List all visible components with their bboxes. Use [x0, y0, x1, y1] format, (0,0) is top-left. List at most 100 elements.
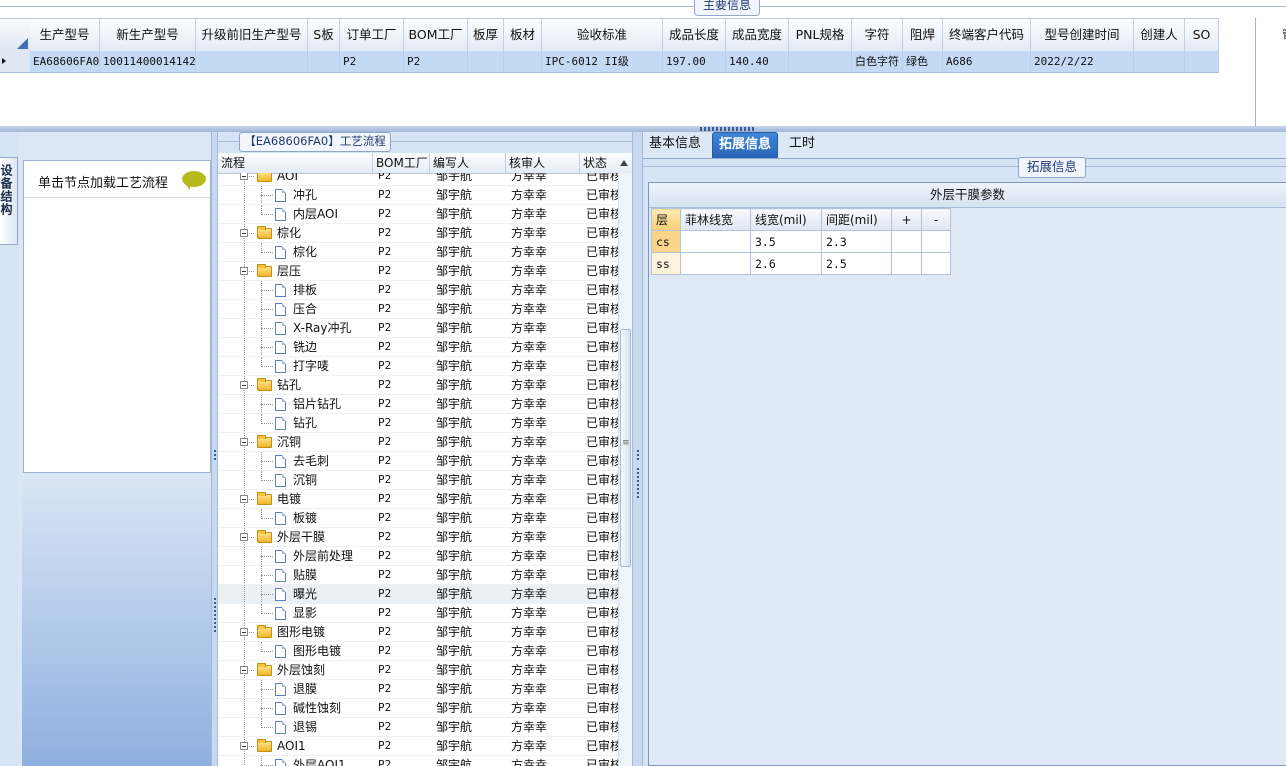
- reviewer-cell[interactable]: 方幸幸: [506, 243, 580, 261]
- process-name-cell[interactable]: 显影: [218, 604, 373, 622]
- reviewer-cell[interactable]: 方幸幸: [506, 414, 580, 432]
- remove-cell[interactable]: [921, 230, 951, 253]
- process-name-cell[interactable]: 铝片钻孔: [218, 395, 373, 413]
- reviewer-cell[interactable]: 方幸幸: [506, 547, 580, 565]
- process-name-cell[interactable]: 棕化: [218, 243, 373, 261]
- col-header-process[interactable]: 流程: [218, 153, 373, 173]
- spacing-cell[interactable]: 2.5: [821, 252, 892, 275]
- reviewer-cell[interactable]: 方幸幸: [506, 173, 580, 185]
- collapse-toggle-icon[interactable]: [240, 267, 248, 275]
- writer-cell[interactable]: 邹宇航: [430, 547, 506, 565]
- process-name-cell[interactable]: 沉铜: [218, 471, 373, 489]
- process-name-cell[interactable]: 打字唛: [218, 357, 373, 375]
- process-step-row[interactable]: 内层AOI P2 邹宇航 方幸幸 已审核: [218, 205, 618, 224]
- bom-factory-cell[interactable]: P2: [373, 319, 430, 337]
- status-cell[interactable]: 已审核: [580, 300, 618, 318]
- process-step-row[interactable]: 板镀 P2 邹宇航 方幸幸 已审核: [218, 509, 618, 528]
- process-name-cell[interactable]: 冲孔: [218, 186, 373, 204]
- status-cell[interactable]: 已审核: [580, 395, 618, 413]
- process-group-row[interactable]: 外层干膜 P2 邹宇航 方幸幸 已审核: [218, 528, 618, 547]
- process-group-row[interactable]: AOI P2 邹宇航 方幸幸 已审核: [218, 173, 618, 186]
- writer-cell[interactable]: 邹宇航: [430, 300, 506, 318]
- main-grid-row[interactable]: EA68606FA0 10011400014142 P2 P2 IPC-6012 II级…: [0, 51, 1219, 73]
- cell-9[interactable]: 197.00: [663, 51, 726, 72]
- process-name-cell[interactable]: 退锡: [218, 718, 373, 736]
- reviewer-cell[interactable]: 方幸幸: [506, 566, 580, 584]
- cell-5[interactable]: P2: [404, 51, 468, 72]
- cell-10[interactable]: 140.40: [726, 51, 789, 72]
- col-header-17[interactable]: SO: [1185, 19, 1219, 51]
- bom-factory-cell[interactable]: P2: [373, 490, 430, 508]
- cell-4[interactable]: P2: [340, 51, 404, 72]
- process-flow-tree[interactable]: 流程 BOM工厂 编写人 核审人 状态 AOI P2 邹宇航 方幸幸 已审核 冲孔 P2 邹宇…: [218, 153, 632, 766]
- status-cell[interactable]: 已审核: [580, 433, 618, 451]
- process-step-row[interactable]: 退膜 P2 邹宇航 方幸幸 已审核: [218, 680, 618, 699]
- collapse-toggle-icon[interactable]: [240, 173, 248, 180]
- writer-cell[interactable]: 邹宇航: [430, 471, 506, 489]
- layer-cell[interactable]: ss: [651, 252, 681, 275]
- writer-cell[interactable]: 邹宇航: [430, 395, 506, 413]
- bom-factory-cell[interactable]: P2: [373, 224, 430, 242]
- process-group-row[interactable]: 棕化 P2 邹宇航 方幸幸 已审核: [218, 224, 618, 243]
- reviewer-cell[interactable]: 方幸幸: [506, 699, 580, 717]
- status-cell[interactable]: 已审核: [580, 566, 618, 584]
- status-cell[interactable]: 已审核: [580, 186, 618, 204]
- process-group-row[interactable]: 电镀 P2 邹宇航 方幸幸 已审核: [218, 490, 618, 509]
- reviewer-cell[interactable]: 方幸幸: [506, 585, 580, 603]
- process-name-cell[interactable]: 图形电镀: [218, 642, 373, 660]
- process-name-cell[interactable]: 铣边: [218, 338, 373, 356]
- writer-cell[interactable]: 邹宇航: [430, 737, 506, 755]
- process-step-row[interactable]: 压合 P2 邹宇航 方幸幸 已审核: [218, 300, 618, 319]
- process-name-cell[interactable]: 钻孔: [218, 376, 373, 394]
- line-width-cell[interactable]: 2.6: [750, 252, 822, 275]
- status-cell[interactable]: 已审核: [580, 718, 618, 736]
- speech-bubble-icon[interactable]: [182, 171, 206, 190]
- process-step-row[interactable]: 排板 P2 邹宇航 方幸幸 已审核: [218, 281, 618, 300]
- reviewer-cell[interactable]: 方幸幸: [506, 186, 580, 204]
- process-name-cell[interactable]: 外层干膜: [218, 528, 373, 546]
- param-row[interactable]: cs 3.5 2.3: [651, 230, 951, 253]
- col-header-status[interactable]: 状态: [580, 153, 632, 173]
- status-cell[interactable]: 已审核: [580, 452, 618, 470]
- col-header-7[interactable]: 板材: [504, 19, 542, 51]
- writer-cell[interactable]: 邹宇航: [430, 642, 506, 660]
- writer-cell[interactable]: 邹宇航: [430, 680, 506, 698]
- bom-factory-cell[interactable]: P2: [373, 566, 430, 584]
- reviewer-cell[interactable]: 方幸幸: [506, 395, 580, 413]
- bom-factory-cell[interactable]: P2: [373, 528, 430, 546]
- writer-cell[interactable]: 邹宇航: [430, 509, 506, 527]
- col-header-14[interactable]: 终端客户代码: [943, 19, 1031, 51]
- writer-cell[interactable]: 邹宇航: [430, 452, 506, 470]
- process-name-cell[interactable]: 外层前处理: [218, 547, 373, 565]
- col-header-13[interactable]: 阻焊: [903, 19, 943, 51]
- reviewer-cell[interactable]: 方幸幸: [506, 509, 580, 527]
- status-cell[interactable]: 已审核: [580, 357, 618, 375]
- bom-factory-cell[interactable]: P2: [373, 680, 430, 698]
- process-step-row[interactable]: 曝光 P2 邹宇航 方幸幸 已审核: [218, 585, 618, 604]
- process-name-cell[interactable]: 电镀: [218, 490, 373, 508]
- col-header-reviewer[interactable]: 核审人: [506, 153, 580, 173]
- bom-factory-cell[interactable]: P2: [373, 357, 430, 375]
- reviewer-cell[interactable]: 方幸幸: [506, 661, 580, 679]
- add-row-button[interactable]: +: [891, 208, 922, 231]
- bom-factory-cell[interactable]: P2: [373, 642, 430, 660]
- writer-cell[interactable]: 邹宇航: [430, 756, 506, 766]
- writer-cell[interactable]: 邹宇航: [430, 319, 506, 337]
- bom-factory-cell[interactable]: P2: [373, 509, 430, 527]
- line-width-cell[interactable]: 3.5: [750, 230, 822, 253]
- status-cell[interactable]: 已审核: [580, 376, 618, 394]
- bom-factory-cell[interactable]: P2: [373, 452, 430, 470]
- process-name-cell[interactable]: 贴膜: [218, 566, 373, 584]
- tab-basic-info[interactable]: 基本信息: [643, 132, 707, 158]
- status-cell[interactable]: 已审核: [580, 623, 618, 641]
- cell-13[interactable]: 绿色: [903, 51, 943, 72]
- process-group-row[interactable]: AOI1 P2 邹宇航 方幸幸 已审核: [218, 737, 618, 756]
- writer-cell[interactable]: 邹宇航: [430, 604, 506, 622]
- col-header-bom-factory[interactable]: BOM工厂: [373, 153, 430, 173]
- collapse-toggle-icon[interactable]: [240, 533, 248, 541]
- collapse-toggle-icon[interactable]: [240, 438, 248, 446]
- status-cell[interactable]: 已审核: [580, 604, 618, 622]
- process-name-cell[interactable]: 板镀: [218, 509, 373, 527]
- reviewer-cell[interactable]: 方幸幸: [506, 756, 580, 766]
- cell-6[interactable]: [468, 51, 504, 72]
